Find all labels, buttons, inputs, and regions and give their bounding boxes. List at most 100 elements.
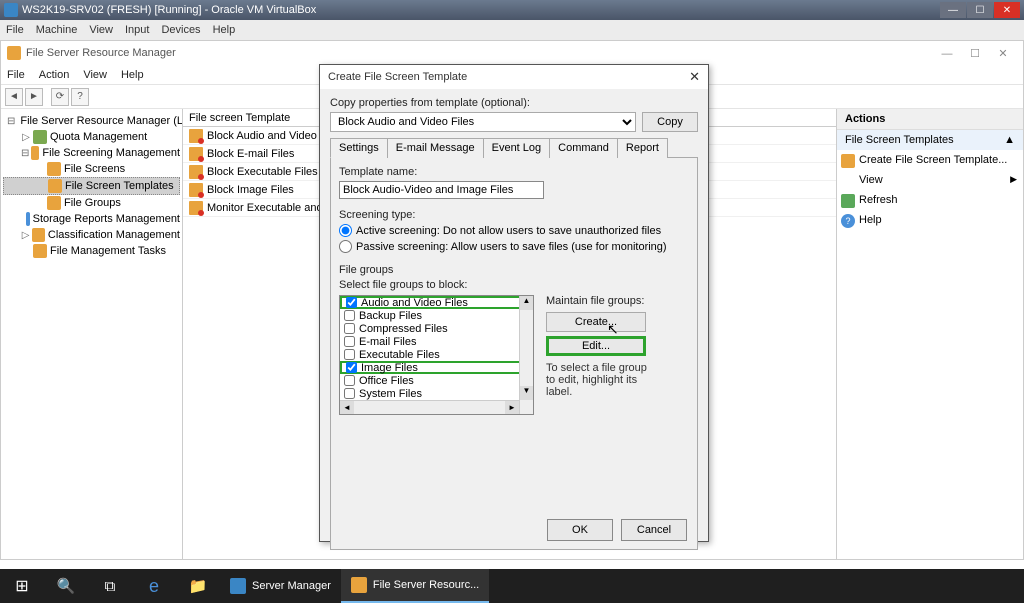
template-icon bbox=[189, 165, 203, 179]
filegroups-listbox[interactable]: Audio and Video Files Backup Files Compr… bbox=[339, 295, 534, 415]
edit-filegroup-button[interactable]: Edit... bbox=[546, 336, 646, 356]
fsrm-menu-file[interactable]: File bbox=[7, 69, 25, 81]
server-manager-icon bbox=[230, 578, 246, 594]
vm-minimize-button[interactable]: — bbox=[940, 2, 966, 18]
taskbar-server-manager[interactable]: Server Manager bbox=[220, 569, 341, 603]
cancel-button[interactable]: Cancel bbox=[621, 519, 687, 541]
fg-item-compressed[interactable]: Compressed Files bbox=[340, 322, 533, 335]
ie-icon: e bbox=[149, 576, 159, 597]
task-view-button[interactable]: ⧉ bbox=[88, 569, 132, 603]
new-icon bbox=[841, 154, 855, 168]
tree-file-mgmt-tasks[interactable]: File Management Tasks bbox=[3, 243, 180, 259]
template-icon bbox=[189, 201, 203, 215]
actions-header: Actions bbox=[837, 109, 1023, 130]
tree-root[interactable]: ⊟File Server Resource Manager (Local) bbox=[3, 113, 180, 129]
dialog-title: Create File Screen Template bbox=[328, 71, 467, 83]
fg-item-email[interactable]: E-mail Files bbox=[340, 335, 533, 348]
vm-menu-input[interactable]: Input bbox=[125, 24, 149, 36]
vm-menu-view[interactable]: View bbox=[89, 24, 113, 36]
tab-eventlog[interactable]: Event Log bbox=[483, 138, 551, 158]
fg-item-audio-video[interactable]: Audio and Video Files bbox=[340, 296, 533, 309]
fg-item-backup[interactable]: Backup Files bbox=[340, 309, 533, 322]
fsrm-menu-action[interactable]: Action bbox=[39, 69, 70, 81]
actions-section[interactable]: File Screen Templates▲ bbox=[837, 130, 1023, 150]
toolbar-fwd[interactable]: ► bbox=[25, 88, 43, 106]
select-filegroups-label: Select file groups to block: bbox=[339, 279, 689, 291]
tree-filegroups[interactable]: File Groups bbox=[3, 195, 180, 211]
template-name-input[interactable] bbox=[339, 181, 544, 199]
toolbar-refresh[interactable]: ⟳ bbox=[51, 88, 69, 106]
template-icon bbox=[189, 183, 203, 197]
maintain-label: Maintain file groups: bbox=[546, 295, 689, 307]
tree-storage-reports[interactable]: Storage Reports Management bbox=[3, 211, 180, 227]
fsrm-menu-view[interactable]: View bbox=[83, 69, 107, 81]
fsrm-minimize[interactable]: — bbox=[933, 48, 961, 60]
fsrm-title-text: File Server Resource Manager bbox=[26, 47, 176, 59]
action-create-template[interactable]: Create File Screen Template... bbox=[837, 150, 1023, 170]
tab-report[interactable]: Report bbox=[617, 138, 668, 158]
fsrm-maximize[interactable]: ☐ bbox=[961, 47, 989, 60]
dialog-close-button[interactable]: ✕ bbox=[689, 69, 700, 85]
vm-menubar: File Machine View Input Devices Help bbox=[0, 20, 1024, 40]
ok-button[interactable]: OK bbox=[547, 519, 613, 541]
tab-email[interactable]: E-mail Message bbox=[387, 138, 484, 158]
fg-item-image[interactable]: Image Files bbox=[340, 361, 533, 374]
refresh-icon bbox=[841, 194, 855, 208]
fsrm-app-icon bbox=[7, 46, 21, 60]
filegroups-label: File groups bbox=[339, 264, 689, 276]
view-icon bbox=[841, 174, 855, 188]
tab-settings[interactable]: Settings bbox=[330, 138, 388, 158]
action-help[interactable]: ?Help bbox=[837, 210, 1023, 230]
tree-pane: ⊟File Server Resource Manager (Local) ▷Q… bbox=[1, 109, 183, 559]
tree-classification[interactable]: ▷Classification Management bbox=[3, 227, 180, 243]
start-button[interactable]: ⊞ bbox=[0, 569, 44, 603]
template-icon bbox=[189, 129, 203, 143]
vm-title: WS2K19-SRV02 (FRESH) [Running] - Oracle … bbox=[22, 4, 939, 16]
toolbar-help[interactable]: ? bbox=[71, 88, 89, 106]
virtualbox-icon bbox=[4, 3, 18, 17]
toolbar-back[interactable]: ◄ bbox=[5, 88, 23, 106]
dialog-titlebar: Create File Screen Template ✕ bbox=[320, 65, 708, 89]
fsrm-task-icon bbox=[351, 577, 367, 593]
fg-item-executable[interactable]: Executable Files bbox=[340, 348, 533, 361]
tree-quota[interactable]: ▷Quota Management bbox=[3, 129, 180, 145]
taskbar-fsrm[interactable]: File Server Resourc... bbox=[341, 569, 489, 603]
vm-menu-machine[interactable]: Machine bbox=[36, 24, 78, 36]
fg-vscrollbar[interactable]: ▲▼ bbox=[519, 296, 533, 414]
fg-item-system[interactable]: System Files bbox=[340, 387, 533, 400]
vm-menu-help[interactable]: Help bbox=[213, 24, 236, 36]
fg-item-office[interactable]: Office Files bbox=[340, 374, 533, 387]
explorer-button[interactable]: 📁 bbox=[176, 569, 220, 603]
collapse-icon: ▲ bbox=[1004, 134, 1015, 146]
fsrm-titlebar: File Server Resource Manager —☐✕ bbox=[1, 41, 1023, 65]
action-refresh[interactable]: Refresh bbox=[837, 190, 1023, 210]
fg-hscrollbar[interactable]: ◄► bbox=[340, 400, 519, 414]
fsrm-menu-help[interactable]: Help bbox=[121, 69, 144, 81]
screening-type-label: Screening type: bbox=[339, 209, 689, 221]
copy-template-select[interactable]: Block Audio and Video Files bbox=[330, 112, 636, 132]
vm-menu-devices[interactable]: Devices bbox=[161, 24, 200, 36]
copy-button[interactable]: Copy bbox=[642, 112, 698, 132]
template-icon bbox=[189, 147, 203, 161]
ie-button[interactable]: e bbox=[132, 569, 176, 603]
actions-pane: Actions File Screen Templates▲ Create Fi… bbox=[837, 109, 1023, 559]
active-screening-radio[interactable]: Active screening: Do not allow users to … bbox=[339, 224, 689, 237]
create-filegroup-button[interactable]: Create... bbox=[546, 312, 646, 332]
action-view[interactable]: View bbox=[837, 170, 1023, 190]
tree-fsm[interactable]: ⊟File Screening Management bbox=[3, 145, 180, 161]
search-button[interactable]: 🔍 bbox=[44, 569, 88, 603]
fsrm-close[interactable]: ✕ bbox=[989, 47, 1017, 60]
vm-maximize-button[interactable]: ☐ bbox=[967, 2, 993, 18]
help-icon: ? bbox=[841, 214, 855, 228]
passive-screening-radio[interactable]: Passive screening: Allow users to save f… bbox=[339, 240, 689, 253]
tab-command[interactable]: Command bbox=[549, 138, 618, 158]
vm-titlebar: WS2K19-SRV02 (FRESH) [Running] - Oracle … bbox=[0, 0, 1024, 20]
tree-filescreen-templates[interactable]: File Screen Templates bbox=[3, 177, 180, 195]
tabs: Settings E-mail Message Event Log Comman… bbox=[330, 138, 698, 158]
vm-menu-file[interactable]: File bbox=[6, 24, 24, 36]
tree-filescreens[interactable]: File Screens bbox=[3, 161, 180, 177]
taskbar: ⊞ 🔍 ⧉ e 📁 Server Manager File Server Res… bbox=[0, 569, 1024, 603]
maintain-note: To select a file group to edit, highligh… bbox=[546, 362, 656, 398]
vm-close-button[interactable]: ✕ bbox=[994, 2, 1020, 18]
create-template-dialog: Create File Screen Template ✕ Copy prope… bbox=[319, 64, 709, 542]
